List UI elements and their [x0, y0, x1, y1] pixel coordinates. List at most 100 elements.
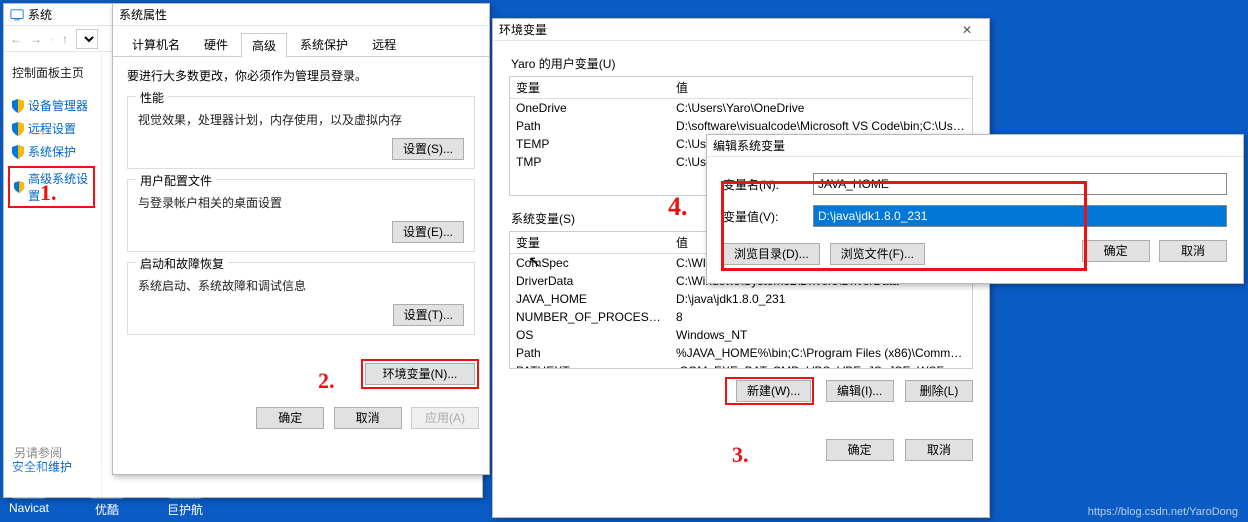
shield-icon [14, 180, 24, 194]
sidebar-label-2: 系统保护 [28, 143, 76, 160]
apply-button[interactable]: 应用(A) [411, 407, 479, 429]
edit-button[interactable]: 编辑(I)... [826, 380, 894, 402]
env-ok-button[interactable]: 确定 [826, 439, 894, 461]
sidebar-item-device-manager[interactable]: 设备管理器 [12, 97, 95, 114]
settings-button-t[interactable]: 设置(T)... [393, 304, 464, 326]
cell-var: NUMBER_OF_PROCESSORS [510, 308, 670, 326]
var-value-label: 变量值(V): [723, 208, 813, 225]
tab-computer-name[interactable]: 计算机名 [121, 32, 191, 56]
group-profile: 用户配置文件 与登录帐户相关的桌面设置 设置(E)... [127, 179, 475, 252]
close-icon[interactable]: ✕ [951, 23, 983, 37]
address-bar[interactable] [76, 29, 98, 49]
edit-ok-button[interactable]: 确定 [1082, 240, 1150, 262]
admin-note: 要进行大多数更改，你必须作为管理员登录。 [127, 67, 475, 84]
group-startup-title: 启动和故障恢复 [136, 255, 228, 272]
cell-var: JAVA_HOME [510, 290, 670, 308]
sidebar-item-remote[interactable]: 远程设置 [12, 120, 95, 137]
cell-val: .COM;.EXE;.BAT;.CMD;.VBS;.VBE;.JS;.JSE;.… [670, 362, 972, 369]
col-val[interactable]: 值 [670, 77, 972, 99]
cell-var: OS [510, 326, 670, 344]
sidebar-label-0: 设备管理器 [28, 97, 88, 114]
table-row[interactable]: PATHEXT.COM;.EXE;.BAT;.CMD;.VBS;.VBE;.JS… [510, 362, 972, 369]
ok-button[interactable]: 确定 [256, 407, 324, 429]
tab-strip: 计算机名 硬件 高级 系统保护 远程 [113, 26, 489, 57]
table-row[interactable]: NUMBER_OF_PROCESSORS8 [510, 308, 972, 326]
cell-var: Path [510, 344, 670, 362]
col-var[interactable]: 变量 [510, 77, 670, 99]
sys-vars-buttons: 新建(W)... 编辑(I)... 删除(L) [509, 377, 973, 405]
cell-var: Path [510, 117, 670, 135]
cell-val: C:\Users\Yaro\OneDrive [670, 99, 972, 118]
env-titlebar: 环境变量 ✕ [493, 19, 989, 41]
edit-title: 编辑系统变量 [713, 137, 1237, 154]
var-value-input[interactable] [813, 205, 1227, 227]
cell-val: %JAVA_HOME%\bin;C:\Program Files (x86)\C… [670, 344, 972, 362]
desktop-icon-label: 巨护航 [167, 503, 203, 517]
cell-val: Windows_NT [670, 326, 972, 344]
cell-val: D:\software\visualcode\Microsoft VS Code… [670, 117, 972, 135]
sidebar-heading: 控制面板主页 [12, 64, 95, 81]
tab-advanced[interactable]: 高级 [241, 33, 287, 57]
cell-var: DriverData [510, 272, 670, 290]
sidebar-label-3: 高级系统设置 [28, 170, 89, 204]
sidebar-item-protect[interactable]: 系统保护 [12, 143, 95, 160]
properties-titlebar: 系统属性 [113, 4, 489, 26]
field-var-value: 变量值(V): [723, 205, 1227, 227]
tab-hardware[interactable]: 硬件 [193, 32, 239, 56]
col-var[interactable]: 变量 [510, 232, 670, 254]
sidebar-label-1: 远程设置 [28, 120, 76, 137]
cell-var: TEMP [510, 135, 670, 153]
system-icon [10, 8, 24, 22]
delete-button[interactable]: 删除(L) [905, 380, 973, 402]
browse-file-button[interactable]: 浏览文件(F)... [830, 243, 925, 265]
cell-var: OneDrive [510, 99, 670, 118]
properties-footer: 确定 取消 应用(A) [113, 399, 489, 429]
group-performance: 性能 视觉效果，处理器计划，内存使用，以及虚拟内存 设置(S)... [127, 96, 475, 169]
sidebar-item-advanced[interactable]: 高级系统设置 [8, 166, 95, 208]
group-profile-title: 用户配置文件 [136, 172, 216, 189]
new-button-highlight: 新建(W)... [725, 377, 814, 405]
settings-button-s[interactable]: 设置(S)... [392, 138, 464, 160]
edit-titlebar: 编辑系统变量 [707, 135, 1243, 157]
cell-val: D:\java\jdk1.8.0_231 [670, 290, 972, 308]
var-name-label: 变量名(N): [723, 176, 813, 193]
table-row[interactable]: Path%JAVA_HOME%\bin;C:\Program Files (x8… [510, 344, 972, 362]
group-profile-desc: 与登录帐户相关的桌面设置 [138, 194, 464, 211]
table-row[interactable]: OneDriveC:\Users\Yaro\OneDrive [510, 99, 972, 118]
shield-icon [12, 122, 24, 136]
env-var-button-highlight: 环境变量(N)... [361, 359, 479, 389]
table-row[interactable]: OSWindows_NT [510, 326, 972, 344]
desktop-icon-label: 优酷 [95, 503, 119, 517]
nav-up-icon[interactable]: ↑ [62, 32, 68, 46]
browse-dir-button[interactable]: 浏览目录(D)... [723, 243, 820, 265]
cell-var: TMP [510, 153, 670, 171]
user-vars-label: Yaro 的用户变量(U) [511, 55, 973, 72]
settings-button-e[interactable]: 设置(E)... [392, 221, 464, 243]
env-cancel-button[interactable]: 取消 [905, 439, 973, 461]
cancel-button[interactable]: 取消 [334, 407, 402, 429]
table-row[interactable]: JAVA_HOMED:\java\jdk1.8.0_231 [510, 290, 972, 308]
properties-title: 系统属性 [119, 6, 483, 23]
cell-var: PATHEXT [510, 362, 670, 369]
sidebar: 控制面板主页 设备管理器 远程设置 系统保护 高级系统设置 另请参阅 安全和维护 [4, 52, 102, 497]
cursor-icon: ↖ [528, 252, 541, 272]
field-var-name: 变量名(N): [723, 173, 1227, 195]
env-var-button[interactable]: 环境变量(N)... [365, 363, 475, 385]
tab-remote[interactable]: 远程 [361, 32, 407, 56]
cell-val: 8 [670, 308, 972, 326]
env-title: 环境变量 [499, 21, 951, 38]
edit-cancel-button[interactable]: 取消 [1159, 240, 1227, 262]
desktop-icon-navicat[interactable]: Navicat [4, 463, 54, 518]
edit-dialog: 编辑系统变量 变量名(N): 变量值(V): 浏览目录(D)... 浏览文件(F… [706, 134, 1244, 284]
new-button[interactable]: 新建(W)... [736, 380, 811, 402]
var-name-input[interactable] [813, 173, 1227, 195]
table-row[interactable]: PathD:\software\visualcode\Microsoft VS … [510, 117, 972, 135]
watermark: https://blog.csdn.net/YaroDong [1088, 506, 1238, 518]
nav-fwd-icon[interactable]: → [30, 32, 42, 46]
group-performance-desc: 视觉效果，处理器计划，内存使用，以及虚拟内存 [138, 111, 464, 128]
group-performance-title: 性能 [136, 89, 168, 106]
nav-back-icon[interactable]: ← [10, 32, 22, 46]
tab-protection[interactable]: 系统保护 [289, 32, 359, 56]
group-startup-desc: 系统启动、系统故障和调试信息 [138, 277, 464, 294]
properties-window: 系统属性 计算机名 硬件 高级 系统保护 远程 要进行大多数更改，你必须作为管理… [112, 3, 490, 475]
